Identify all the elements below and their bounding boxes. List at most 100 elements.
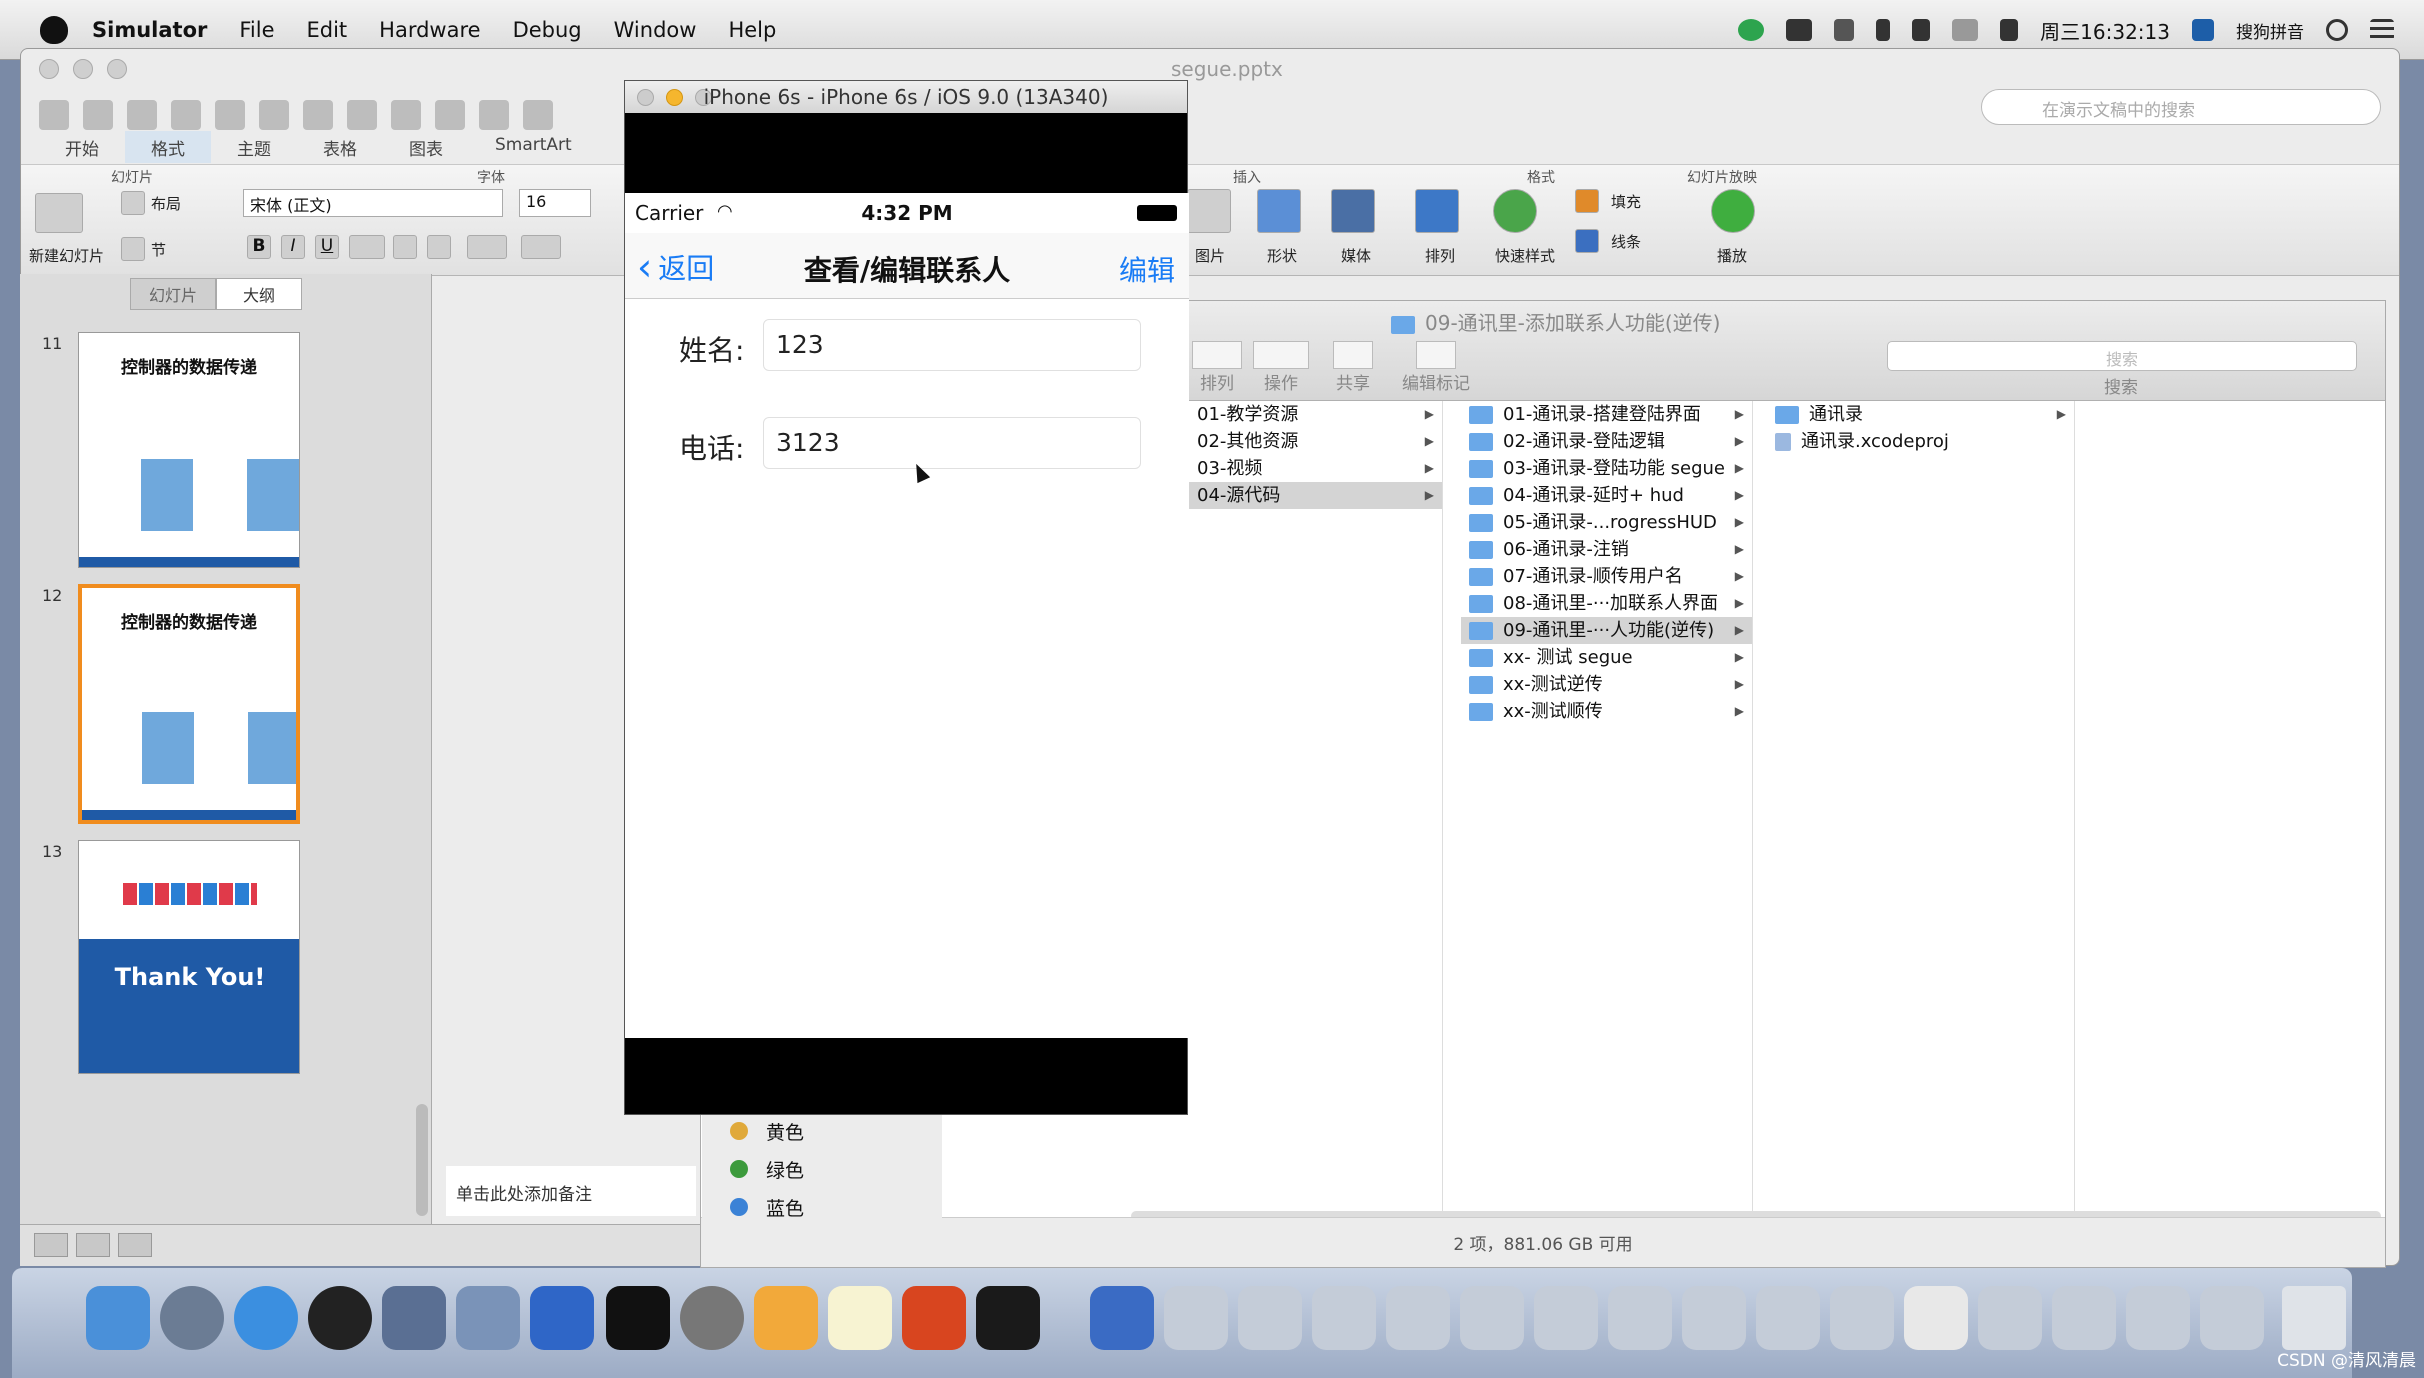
- minimized-window-icon[interactable]: [1460, 1286, 1524, 1350]
- sogou-icon[interactable]: [2192, 19, 2214, 41]
- new-slide-icon[interactable]: [35, 193, 83, 233]
- quick-style-label[interactable]: 快速样式: [1495, 245, 1555, 266]
- close-button[interactable]: [39, 59, 59, 79]
- menu-file[interactable]: File: [239, 18, 274, 42]
- font-name-select[interactable]: 宋体 (正文): [243, 189, 503, 217]
- quicktime-icon[interactable]: [1090, 1286, 1154, 1350]
- finder-search-input[interactable]: 搜索: [1887, 341, 2357, 371]
- play-icon[interactable]: [1711, 189, 1755, 233]
- tab-smartart[interactable]: SmartArt: [469, 131, 598, 163]
- notes-icon[interactable]: [828, 1286, 892, 1350]
- wifi-icon[interactable]: [1952, 19, 1979, 41]
- apple-icon[interactable]: [40, 15, 68, 44]
- tab-outline[interactable]: 大纲: [216, 278, 302, 310]
- finder-row[interactable]: 02-其他资源 ▶: [1189, 428, 1442, 455]
- fill-label[interactable]: 填充: [1611, 191, 1641, 212]
- menu-window[interactable]: Window: [614, 18, 697, 42]
- print-icon[interactable]: [215, 100, 245, 130]
- minimized-window-icon[interactable]: [1608, 1286, 1672, 1350]
- finder-row[interactable]: 03-视频 ▶: [1189, 455, 1442, 482]
- menu-hardware[interactable]: Hardware: [379, 18, 480, 42]
- open-icon[interactable]: [127, 100, 157, 130]
- minimized-window-icon[interactable]: [1238, 1286, 1302, 1350]
- edit-tags-button[interactable]: 编辑标记: [1391, 341, 1481, 394]
- tab-format[interactable]: 格式: [125, 131, 211, 163]
- spotlight-icon[interactable]: [2326, 19, 2348, 41]
- arrange-label[interactable]: 排列: [1425, 245, 1455, 266]
- minimized-window-icon[interactable]: [1312, 1286, 1376, 1350]
- format-painter-icon[interactable]: [391, 100, 421, 130]
- finder-row[interactable]: 05-通讯录-...rogressHUD ▶: [1461, 509, 1752, 536]
- sync-icon[interactable]: [1738, 19, 1765, 41]
- edit-button[interactable]: 编辑: [1119, 249, 1175, 289]
- bluetooth-icon[interactable]: [1876, 19, 1891, 41]
- tab-chart[interactable]: 图表: [383, 131, 469, 163]
- input-method-label[interactable]: 搜狗拼音: [2236, 18, 2304, 43]
- cut-icon[interactable]: [259, 100, 289, 130]
- trash-icon[interactable]: [2282, 1286, 2346, 1350]
- image-capture-icon[interactable]: [382, 1286, 446, 1350]
- superscript-button[interactable]: [393, 235, 417, 259]
- insert-picture-label[interactable]: 图片: [1195, 245, 1225, 266]
- finder-icon[interactable]: [86, 1286, 150, 1350]
- new-icon[interactable]: [39, 100, 69, 130]
- minimized-window-icon[interactable]: [1386, 1286, 1450, 1350]
- redo-icon[interactable]: [479, 100, 509, 130]
- picture-icon[interactable]: [1187, 189, 1231, 233]
- copy-icon[interactable]: [303, 100, 333, 130]
- finder-row[interactable]: 04-通讯录-延时+ hud ▶: [1461, 482, 1752, 509]
- tab-slides[interactable]: 幻灯片: [130, 278, 216, 310]
- color-tag-yellow[interactable]: 黄色: [702, 1112, 942, 1150]
- menu-app[interactable]: Simulator: [92, 18, 207, 42]
- launchpad-icon[interactable]: [160, 1286, 224, 1350]
- italic-button[interactable]: I: [281, 235, 305, 259]
- menu-debug[interactable]: Debug: [513, 18, 582, 42]
- strikethrough-button[interactable]: [349, 235, 385, 259]
- instruments-icon[interactable]: [530, 1286, 594, 1350]
- finder-row[interactable]: 03-通讯录-登陆功能 segue ▶: [1461, 455, 1752, 482]
- minimized-window-icon[interactable]: [1978, 1286, 2042, 1350]
- insert-shape-label[interactable]: 形状: [1267, 245, 1297, 266]
- menubar-clock[interactable]: 周三16:32:13: [2040, 16, 2170, 45]
- minimized-window-icon[interactable]: [1682, 1286, 1746, 1350]
- slide-thumbnail-12[interactable]: 控制器的数据传递: [78, 584, 300, 824]
- finder-row[interactable]: 通讯录 ▶: [1767, 401, 2074, 428]
- finder-row[interactable]: xx-测试顺传 ▶: [1461, 698, 1752, 725]
- terminal-icon[interactable]: [606, 1286, 670, 1350]
- paste-icon[interactable]: [347, 100, 377, 130]
- finder-row[interactable]: 09-通讯里-···人功能(逆传) ▶: [1461, 617, 1752, 644]
- finder-row[interactable]: 06-通讯录-注销 ▶: [1461, 536, 1752, 563]
- console-icon[interactable]: [976, 1286, 1040, 1350]
- font-size-select[interactable]: 16: [519, 189, 591, 217]
- finder-row[interactable]: 08-通讯里-···加联系人界面 ▶: [1461, 590, 1752, 617]
- play-label[interactable]: 播放: [1717, 245, 1747, 266]
- finder-row[interactable]: 02-通讯录-登陆逻辑 ▶: [1461, 428, 1752, 455]
- line-label[interactable]: 线条: [1611, 231, 1641, 252]
- name-field[interactable]: 123: [763, 319, 1141, 371]
- sorter-view-icon[interactable]: [76, 1233, 110, 1257]
- safari-icon[interactable]: [234, 1286, 298, 1350]
- minimized-window-icon[interactable]: [1164, 1286, 1228, 1350]
- tab-home[interactable]: 开始: [39, 131, 125, 163]
- system-preferences-icon[interactable]: [680, 1286, 744, 1350]
- undo-icon[interactable]: [435, 100, 465, 130]
- color-tag-green[interactable]: 绿色: [702, 1150, 942, 1188]
- minimized-window-icon[interactable]: [2052, 1286, 2116, 1350]
- quick-style-icon[interactable]: [1493, 189, 1537, 233]
- finder-row[interactable]: 04-源代码 ▶: [1189, 482, 1442, 509]
- change-case-button[interactable]: [521, 235, 561, 259]
- minimized-window-icon[interactable]: [1534, 1286, 1598, 1350]
- finder-row[interactable]: 通讯录.xcodeproj: [1767, 428, 2074, 455]
- save-icon[interactable]: [171, 100, 201, 130]
- volume-icon[interactable]: [2000, 19, 2019, 41]
- menu-edit[interactable]: Edit: [307, 18, 348, 42]
- minimized-window-icon[interactable]: [1904, 1286, 1968, 1350]
- notes-field[interactable]: 单击此处添加备注: [446, 1166, 696, 1216]
- slide-thumbnail-13[interactable]: Thank You!: [78, 840, 300, 1074]
- sketch-icon[interactable]: [754, 1286, 818, 1350]
- char-spacing-button[interactable]: [467, 235, 507, 259]
- share-button[interactable]: 共享: [1321, 341, 1385, 394]
- shape-icon[interactable]: [1257, 189, 1301, 233]
- mouse-app-icon[interactable]: [308, 1286, 372, 1350]
- section-icon[interactable]: [121, 237, 145, 261]
